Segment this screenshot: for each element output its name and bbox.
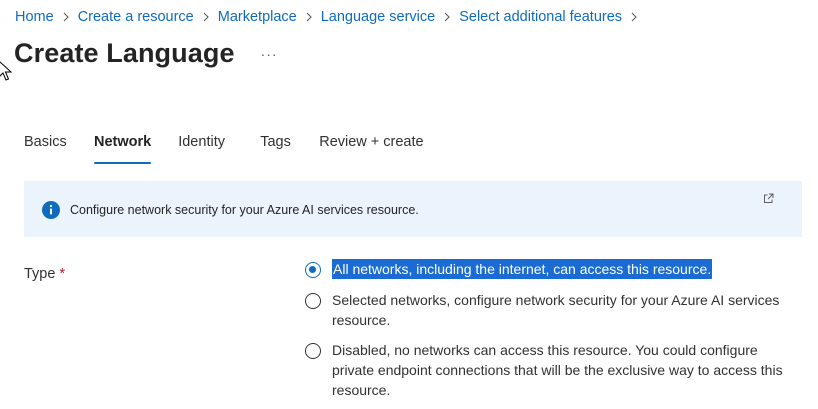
tab-tags[interactable]: Tags	[260, 134, 319, 162]
radio-button[interactable]	[305, 343, 321, 359]
radio-option-all-networks[interactable]: All networks, including the internet, ca…	[305, 259, 713, 281]
breadcrumb-select-additional-features[interactable]: Select additional features	[459, 9, 622, 25]
radio-option-selected-networks[interactable]: Selected networks, configure network sec…	[305, 292, 805, 332]
type-field-label: Type *	[24, 266, 65, 282]
page-header: Create Language ···	[14, 38, 278, 69]
radio-label-disabled: Disabled, no networks can access this re…	[332, 342, 783, 398]
radio-button[interactable]	[305, 293, 321, 309]
breadcrumb-create-a-resource[interactable]: Create a resource	[78, 9, 194, 25]
chevron-right-icon	[435, 9, 459, 25]
breadcrumb-marketplace[interactable]: Marketplace	[218, 9, 297, 25]
chevron-right-icon	[194, 9, 218, 25]
tab-list: Basics Network Identity Tags Review + cr…	[24, 134, 424, 164]
required-marker: *	[59, 266, 66, 282]
radio-label-selected-networks: Selected networks, configure network sec…	[332, 292, 780, 328]
radio-button-checked[interactable]	[305, 262, 321, 278]
radio-option-disabled[interactable]: Disabled, no networks can access this re…	[305, 342, 783, 402]
mouse-pointer-icon	[0, 61, 12, 81]
chevron-right-icon	[622, 9, 646, 25]
breadcrumb: Home Create a resource Marketplace Langu…	[15, 8, 646, 26]
page-title: Create Language	[14, 38, 235, 68]
radio-label-all-networks: All networks, including the internet, ca…	[332, 259, 713, 279]
type-label-text: Type	[24, 266, 56, 282]
external-link-icon[interactable]	[763, 193, 774, 204]
breadcrumb-language-service[interactable]: Language service	[321, 9, 435, 25]
chevron-right-icon	[297, 9, 321, 25]
info-message: Configure network security for your Azur…	[70, 203, 419, 217]
breadcrumb-home[interactable]: Home	[15, 9, 54, 25]
tab-review-create[interactable]: Review + create	[319, 134, 423, 162]
tab-identity[interactable]: Identity	[178, 134, 260, 162]
more-options-button[interactable]: ···	[261, 46, 278, 62]
tab-network[interactable]: Network	[94, 134, 152, 164]
tab-basics[interactable]: Basics	[24, 134, 94, 162]
chevron-right-icon	[54, 9, 78, 25]
info-icon	[42, 201, 60, 219]
info-banner: Configure network security for your Azur…	[24, 181, 802, 237]
